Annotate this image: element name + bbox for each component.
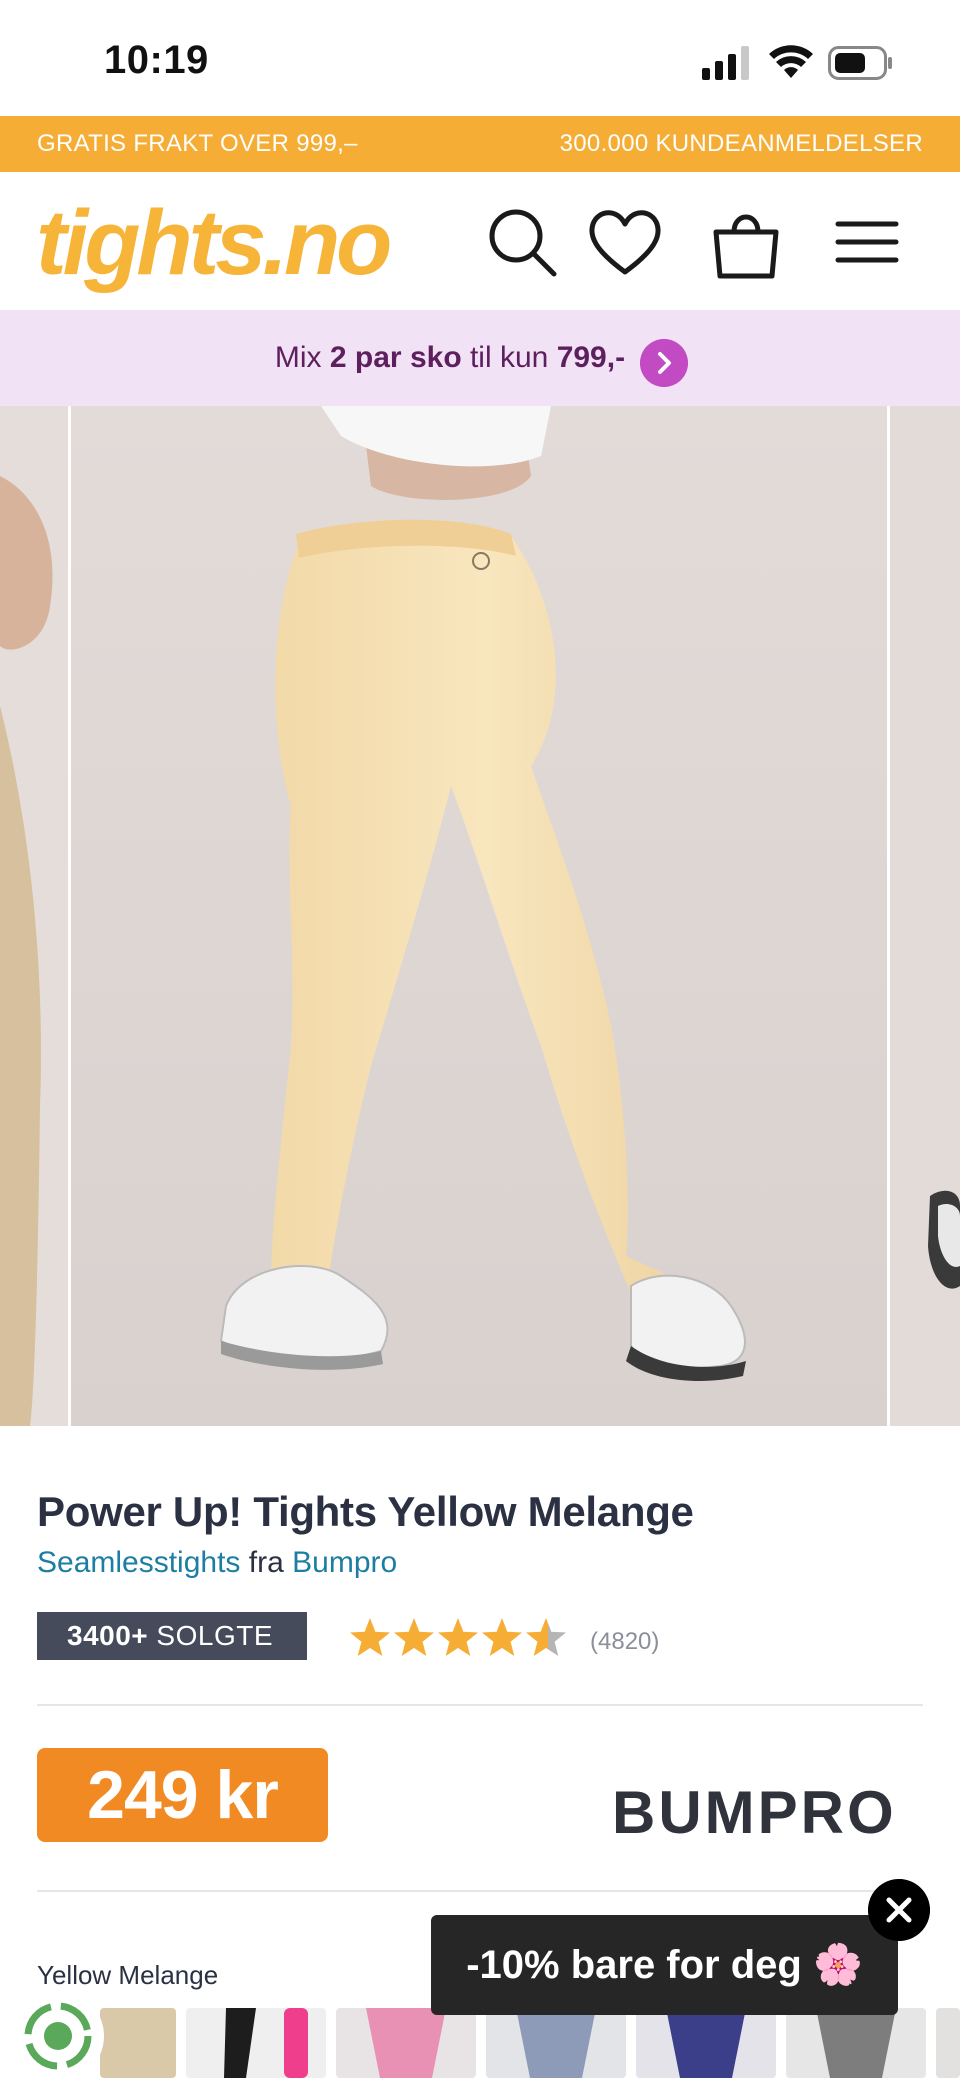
- color-swatch[interactable]: [100, 2008, 176, 2078]
- site-header: tights.no: [0, 172, 960, 310]
- color-label: Yellow Melange: [37, 1960, 219, 1990]
- rating-stars[interactable]: [348, 1616, 568, 1660]
- price-badge: 249 kr: [37, 1748, 328, 1842]
- color-swatch[interactable]: [786, 2008, 926, 2078]
- site-logo[interactable]: tights.no: [36, 184, 392, 304]
- product-meta: Seamlesstights fra Bumpro: [37, 1546, 397, 1580]
- close-icon[interactable]: [868, 1879, 930, 1941]
- divider: [37, 1890, 923, 1892]
- status-time: 10:19: [104, 38, 209, 82]
- gallery-slide-next[interactable]: [890, 406, 960, 1426]
- brand-link[interactable]: Bumpro: [292, 1546, 397, 1579]
- reviews-count-text[interactable]: 300.000 KUNDEANMELDELSER: [560, 130, 923, 158]
- status-bar: 10:19: [0, 0, 960, 116]
- color-swatch[interactable]: [486, 2008, 626, 2078]
- flower-icon: 🌸: [812, 1943, 863, 1987]
- star-icon: [482, 1618, 522, 1656]
- star-icon: [438, 1618, 478, 1656]
- star-icon: [526, 1618, 566, 1656]
- gallery-slide-previous[interactable]: [0, 406, 68, 1426]
- eco-badge-icon[interactable]: [12, 1990, 104, 2078]
- brand-logo[interactable]: BUMPRO: [612, 1778, 897, 1847]
- star-icon: [350, 1618, 390, 1656]
- divider: [37, 1704, 923, 1706]
- battery-icon: [828, 46, 892, 80]
- category-link[interactable]: Seamlesstights: [37, 1546, 240, 1579]
- from-word: fra: [248, 1546, 284, 1579]
- shopping-bag-icon[interactable]: [706, 202, 786, 282]
- wifi-icon: [769, 45, 813, 78]
- offer-banner[interactable]: Mix 2 par sko til kun 799,-: [0, 310, 960, 406]
- product-title: Power Up! Tights Yellow Melange: [37, 1488, 694, 1535]
- promo-bar: GRATIS FRAKT OVER 999,– 300.000 KUNDEANM…: [0, 116, 960, 172]
- menu-icon[interactable]: [826, 202, 906, 282]
- signal-icon: [702, 46, 749, 80]
- color-swatch[interactable]: [336, 2008, 476, 2078]
- offer-text: Mix 2 par sko til kun 799,-: [274, 341, 626, 374]
- free-shipping-text: GRATIS FRAKT OVER 999,–: [37, 130, 358, 157]
- search-icon[interactable]: [482, 202, 562, 282]
- color-swatch[interactable]: [936, 2008, 960, 2078]
- star-icon: [394, 1618, 434, 1656]
- product-image-gallery[interactable]: [0, 406, 960, 1426]
- heart-icon[interactable]: [585, 202, 665, 282]
- gallery-slide-main[interactable]: [71, 406, 887, 1426]
- color-swatch[interactable]: [186, 2008, 326, 2078]
- review-count[interactable]: (4820): [590, 1628, 659, 1656]
- chevron-right-icon[interactable]: [640, 339, 688, 387]
- sold-count-badge: 3400+ SOLGTE: [37, 1612, 307, 1660]
- color-swatch[interactable]: [636, 2008, 776, 2078]
- discount-popup[interactable]: -10% bare for deg 🌸: [431, 1915, 898, 2015]
